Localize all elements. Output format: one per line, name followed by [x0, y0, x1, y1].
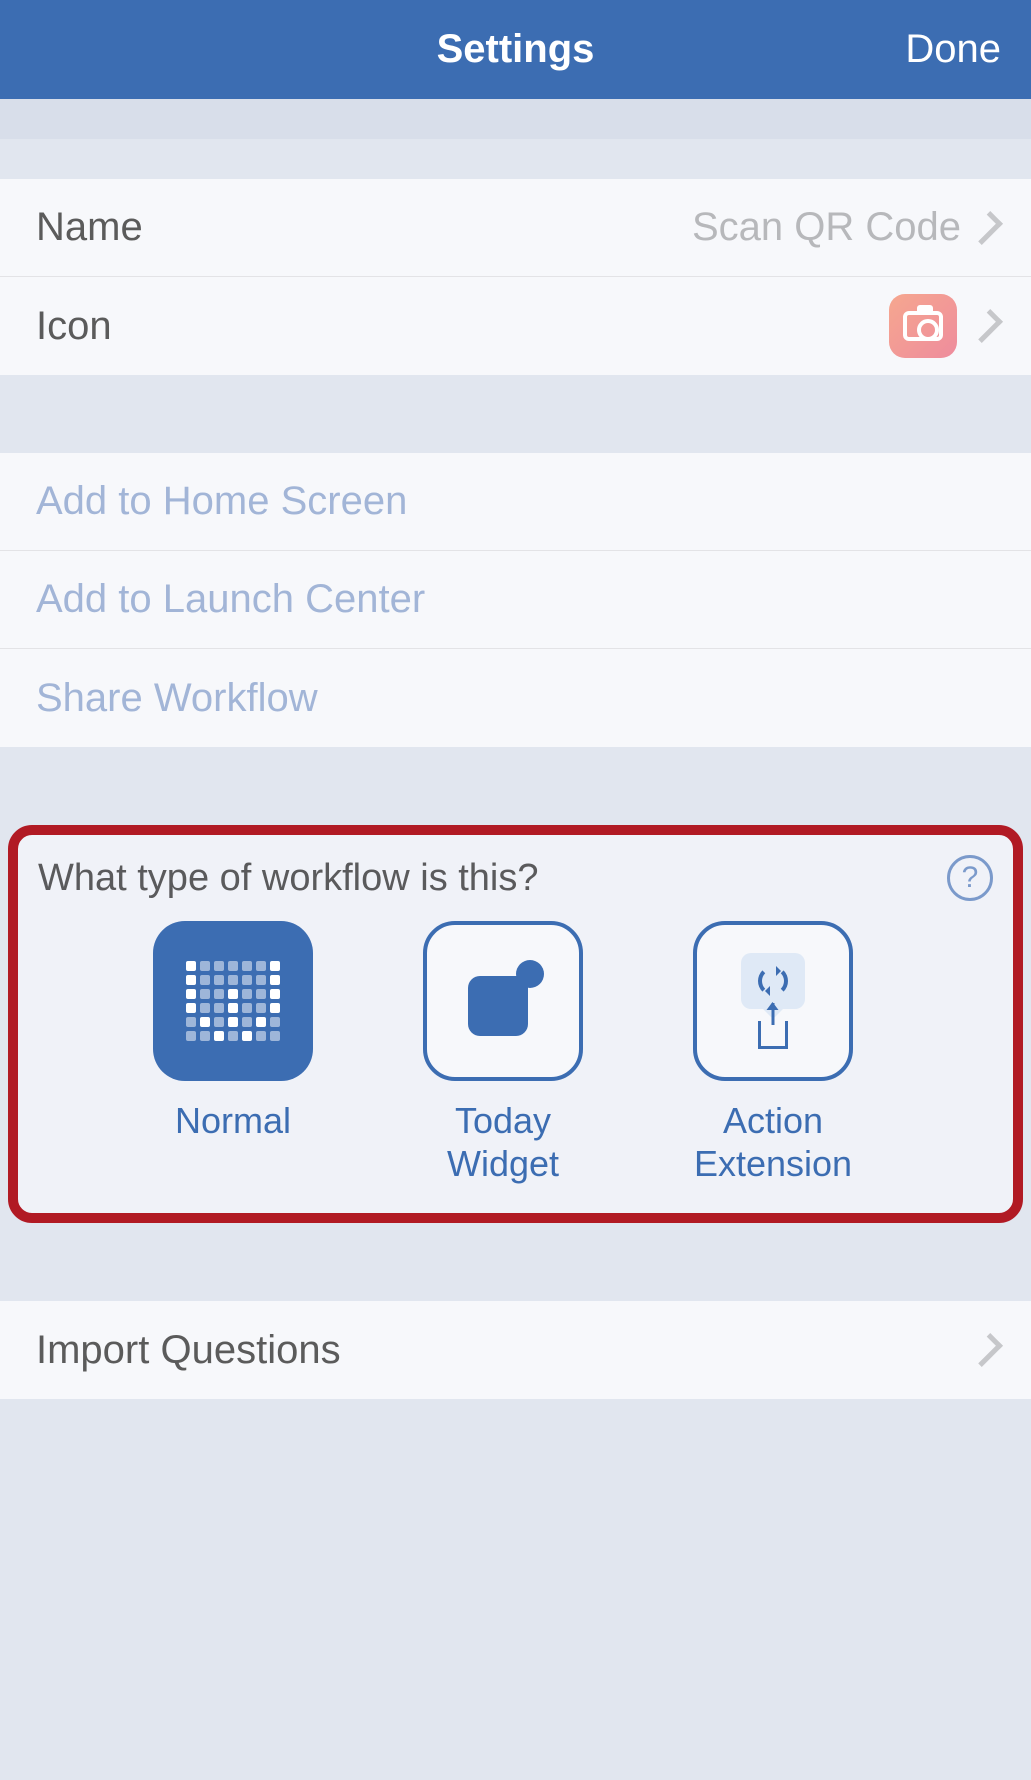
share-workflow-row[interactable]: Share Workflow: [0, 649, 1031, 747]
workflow-type-today-widget-label: Today Widget: [408, 1099, 598, 1185]
add-to-launch-center-label: Add to Launch Center: [36, 577, 425, 622]
add-to-home-screen-row[interactable]: Add to Home Screen: [0, 453, 1031, 551]
normal-tile-icon: [153, 921, 313, 1081]
spacer: [0, 1223, 1031, 1301]
workflow-type-section: What type of workflow is this? ? Normal: [8, 825, 1023, 1223]
icon-label: Icon: [36, 304, 112, 349]
import-questions-row[interactable]: Import Questions: [0, 1301, 1031, 1399]
name-value: Scan QR Code: [143, 205, 961, 250]
top-divider: [0, 99, 1031, 139]
chevron-right-icon: [969, 1333, 1003, 1367]
workflow-type-today-widget[interactable]: Today Widget: [408, 921, 598, 1185]
workflow-type-action-extension[interactable]: Action Extension: [678, 921, 868, 1185]
name-row[interactable]: Name Scan QR Code: [0, 179, 1031, 277]
workflow-type-normal-label: Normal: [175, 1099, 291, 1142]
add-to-launch-center-row[interactable]: Add to Launch Center: [0, 551, 1031, 649]
workflow-type-action-extension-label: Action Extension: [678, 1099, 868, 1185]
action-extension-tile-icon: [693, 921, 853, 1081]
spacer: [0, 747, 1031, 825]
actions-section: Add to Home Screen Add to Launch Center …: [0, 453, 1031, 747]
spacer: [0, 139, 1031, 179]
share-workflow-label: Share Workflow: [36, 676, 318, 721]
workflow-type-heading: What type of workflow is this?: [38, 857, 539, 900]
chevron-right-icon: [969, 211, 1003, 245]
chevron-right-icon: [969, 309, 1003, 343]
import-questions-label: Import Questions: [36, 1328, 341, 1373]
add-to-home-screen-label: Add to Home Screen: [36, 479, 407, 524]
workflow-type-options: Normal Today Widget Action Extension: [38, 921, 993, 1185]
workflow-type-header: What type of workflow is this? ?: [38, 855, 993, 921]
camera-icon: [889, 294, 957, 358]
workflow-type-normal[interactable]: Normal: [138, 921, 328, 1185]
nav-bar: Settings Done: [0, 0, 1031, 99]
done-button[interactable]: Done: [905, 27, 1001, 72]
help-icon[interactable]: ?: [947, 855, 993, 901]
icon-row[interactable]: Icon: [0, 277, 1031, 375]
spacer: [0, 375, 1031, 453]
name-label: Name: [36, 205, 143, 250]
name-icon-section: Name Scan QR Code Icon: [0, 179, 1031, 375]
nav-title: Settings: [437, 27, 595, 72]
today-widget-tile-icon: [423, 921, 583, 1081]
